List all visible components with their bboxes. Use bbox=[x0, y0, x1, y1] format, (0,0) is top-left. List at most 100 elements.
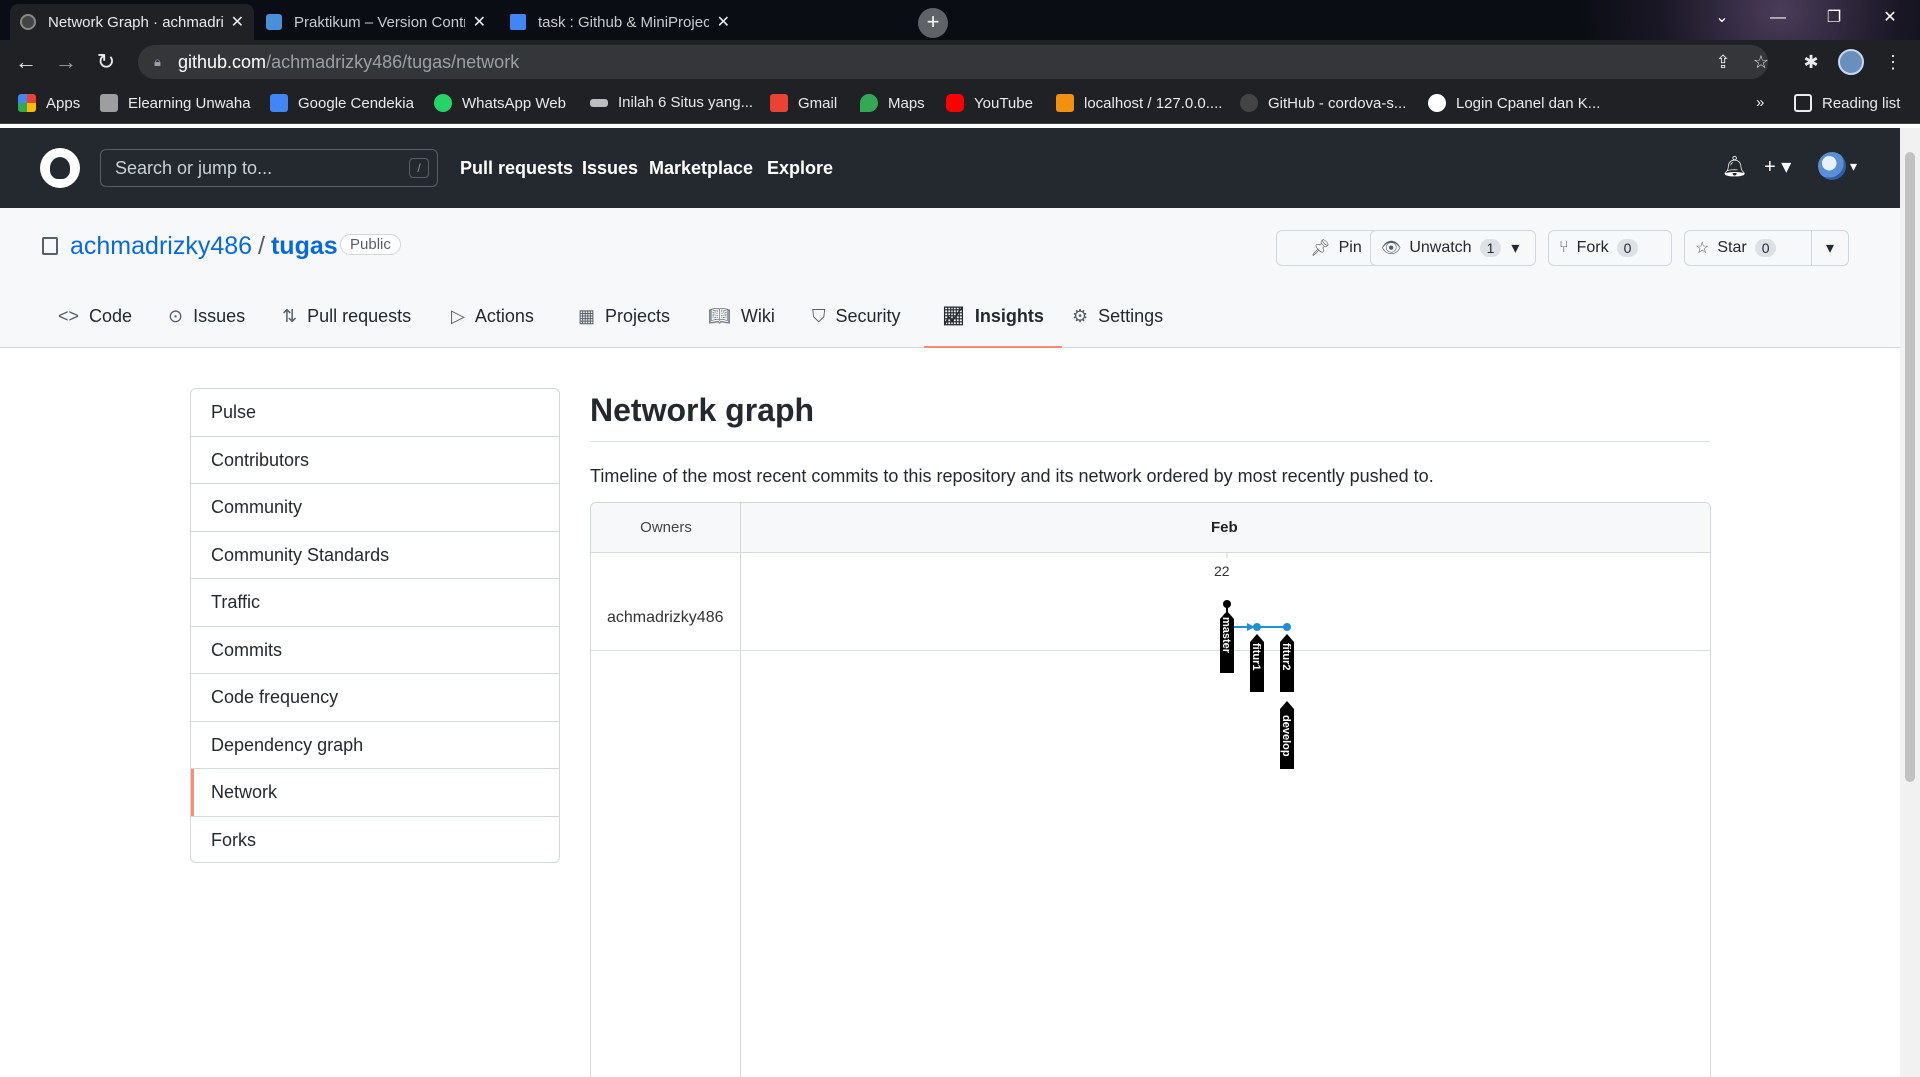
scholar-icon bbox=[270, 94, 288, 112]
nav-issues[interactable]: Issues bbox=[582, 158, 638, 179]
tab-pull-requests[interactable]: ⇅ Pull requests bbox=[282, 298, 411, 348]
menu-kebab-icon[interactable]: ⋮ bbox=[1878, 47, 1908, 77]
tab-insights[interactable]: 📈︎ Insights bbox=[924, 298, 1062, 348]
chevron-down-icon[interactable]: ▾ bbox=[1511, 238, 1519, 258]
nav-marketplace[interactable]: Marketplace bbox=[649, 158, 753, 179]
bookmark-star-icon[interactable]: ☆ bbox=[1746, 47, 1776, 77]
sidebar-item-traffic[interactable]: Traffic bbox=[191, 579, 559, 627]
tab-settings[interactable]: ⚙ Settings bbox=[1072, 298, 1163, 348]
chevron-down-icon[interactable]: ▾ bbox=[1850, 158, 1857, 175]
watch-count: 1 bbox=[1479, 239, 1502, 257]
restore-icon[interactable]: ❐ bbox=[1806, 0, 1862, 36]
reading-list-button[interactable]: Reading list bbox=[1794, 94, 1900, 112]
unwatch-button[interactable]: 👁︎ Unwatch 1 ▾ bbox=[1370, 230, 1536, 266]
lock-icon: 🔒︎ bbox=[154, 54, 161, 69]
bookmark-label: Elearning Unwaha bbox=[128, 94, 251, 112]
sidebar-item-commits[interactable]: Commits bbox=[191, 627, 559, 674]
reading-list-label: Reading list bbox=[1822, 94, 1901, 112]
bookmark-label: Maps bbox=[888, 94, 925, 112]
issue-icon: ⊙ bbox=[168, 306, 184, 326]
sidebar-item-community-standards[interactable]: Community Standards bbox=[191, 532, 559, 579]
minimize-icon[interactable]: — bbox=[1750, 0, 1806, 36]
address-bar[interactable]: 🔒︎ github.com/achmadrizky486/tugas/netwo… bbox=[138, 45, 1768, 79]
fork-label: Fork bbox=[1576, 239, 1609, 256]
star-button[interactable]: ☆ Star 0 bbox=[1684, 230, 1812, 266]
notifications-bell-icon[interactable]: 🔔︎ bbox=[1722, 154, 1747, 179]
bookmark-situs[interactable]: Inilah 6 Situs yang... bbox=[590, 94, 753, 111]
star-lists-dropdown[interactable]: ▾ bbox=[1811, 230, 1849, 266]
browser-tab[interactable]: Praktikum – Version Control and ✕ bbox=[256, 4, 496, 40]
commit-dot[interactable] bbox=[1253, 623, 1261, 631]
branch-label-fitur2[interactable]: fitur2 bbox=[1280, 634, 1294, 692]
branch-label-fitur1[interactable]: fitur1 bbox=[1250, 634, 1264, 692]
sidebar-item-dependency-graph[interactable]: Dependency graph bbox=[191, 722, 559, 769]
scrollbar-thumb[interactable] bbox=[1905, 152, 1915, 782]
bookmark-elearning[interactable]: Elearning Unwaha bbox=[100, 94, 251, 112]
tab-security[interactable]: ⛉ Security bbox=[812, 298, 901, 348]
browser-tab-active[interactable]: Network Graph · achmadrizky486 ✕ bbox=[10, 4, 254, 40]
sidebar-item-contributors[interactable]: Contributors bbox=[191, 437, 559, 484]
profile-avatar[interactable] bbox=[1838, 49, 1864, 75]
commit-dot[interactable] bbox=[1283, 623, 1291, 631]
bookmark-gmail[interactable]: Gmail bbox=[770, 94, 837, 112]
bookmark-github-cordova[interactable]: GitHub - cordova-s... bbox=[1240, 94, 1406, 112]
sidebar-item-community[interactable]: Community bbox=[191, 484, 559, 532]
close-tab-icon[interactable]: ✕ bbox=[231, 12, 244, 32]
bookmark-maps[interactable]: Maps bbox=[860, 94, 925, 112]
close-window-icon[interactable]: ✕ bbox=[1862, 0, 1918, 36]
tab-search-icon[interactable]: ⌄ bbox=[1694, 0, 1750, 36]
reload-icon[interactable]: ↻ bbox=[90, 46, 122, 78]
new-tab-button[interactable]: + bbox=[918, 8, 948, 38]
tab-wiki[interactable]: 📖︎ Wiki bbox=[708, 298, 775, 348]
bookmark-label: localhost / 127.0.0.... bbox=[1084, 94, 1223, 112]
github-logo-icon[interactable] bbox=[40, 148, 80, 188]
sidebar-item-code-frequency[interactable]: Code frequency bbox=[191, 674, 559, 722]
commit-dot[interactable] bbox=[1223, 600, 1231, 608]
branch-label-develop[interactable]: develop bbox=[1280, 701, 1294, 769]
bookmark-label: Inilah 6 Situs yang... bbox=[618, 94, 754, 111]
bookmark-label: Gmail bbox=[798, 94, 838, 112]
nav-pull-requests[interactable]: Pull requests bbox=[460, 158, 573, 179]
sidebar-item-pulse[interactable]: Pulse bbox=[191, 389, 559, 437]
bookmark-label: Login Cpanel dan K... bbox=[1456, 94, 1601, 112]
repo-name-link[interactable]: tugas bbox=[271, 232, 338, 260]
fork-button[interactable]: ⑂ Fork 0 bbox=[1548, 230, 1672, 266]
sidebar-item-network[interactable]: Network bbox=[191, 769, 559, 817]
visibility-badge: Public bbox=[340, 234, 401, 255]
star-icon: ☆ bbox=[1695, 240, 1710, 257]
page-scrollbar[interactable] bbox=[1900, 128, 1920, 1077]
github-favicon-icon bbox=[20, 14, 36, 30]
tab-issues[interactable]: ⊙ Issues bbox=[168, 298, 245, 348]
nav-explore[interactable]: Explore bbox=[767, 158, 833, 179]
close-tab-icon[interactable]: ✕ bbox=[717, 12, 730, 32]
bookmark-cpanel[interactable]: Login Cpanel dan K... bbox=[1428, 94, 1600, 112]
more-bookmarks-button[interactable]: » bbox=[1756, 94, 1764, 111]
extensions-icon[interactable]: ✱ bbox=[1796, 47, 1826, 77]
tab-projects[interactable]: ▦ Projects bbox=[578, 298, 670, 348]
repo-icon bbox=[42, 237, 58, 255]
bookmark-label: Apps bbox=[46, 94, 81, 112]
forward-icon[interactable]: → bbox=[50, 46, 82, 78]
bookmark-apps[interactable]: Apps bbox=[18, 94, 80, 112]
browser-tab[interactable]: task : Github & MiniProject 1 - G ✕ bbox=[500, 4, 740, 40]
share-icon[interactable]: ⇪ bbox=[1708, 47, 1738, 77]
fork-icon: ⑂ bbox=[1559, 239, 1569, 256]
bookmark-google-scholar[interactable]: Google Cendekia bbox=[270, 94, 414, 112]
url-host: github.com bbox=[178, 52, 267, 72]
bookmark-whatsapp[interactable]: WhatsApp Web bbox=[434, 94, 566, 112]
tab-actions[interactable]: ▷ Actions bbox=[451, 298, 534, 348]
back-icon[interactable]: ← bbox=[10, 46, 42, 78]
search-input[interactable]: Search or jump to... / bbox=[100, 149, 438, 187]
create-new-dropdown-icon[interactable]: + ▾ bbox=[1764, 154, 1791, 179]
network-graph[interactable]: Owners Feb 22 achmadrizky486 master fitu… bbox=[590, 502, 1711, 1077]
sidebar-item-forks[interactable]: Forks bbox=[191, 817, 559, 863]
bookmark-localhost[interactable]: localhost / 127.0.0.... bbox=[1056, 94, 1222, 112]
tab-label: Code bbox=[89, 306, 133, 326]
branch-label-master[interactable]: master bbox=[1220, 611, 1234, 673]
repo-owner-link[interactable]: achmadrizky486 bbox=[70, 232, 252, 260]
user-avatar[interactable] bbox=[1818, 152, 1846, 180]
bookmark-youtube[interactable]: YouTube bbox=[946, 94, 1033, 112]
tab-code[interactable]: <> Code bbox=[58, 298, 132, 348]
bookmark-label: YouTube bbox=[974, 94, 1033, 112]
close-tab-icon[interactable]: ✕ bbox=[473, 12, 486, 32]
